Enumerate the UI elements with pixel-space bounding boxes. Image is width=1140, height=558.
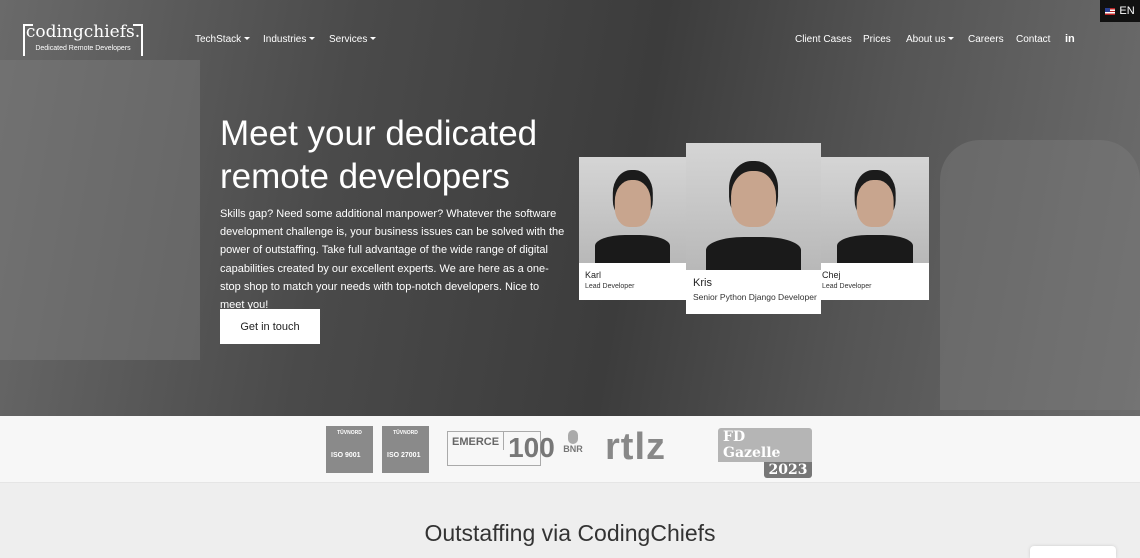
nav-techstack[interactable]: TechStack — [195, 34, 250, 45]
hero-text: Skills gap? Need some additional manpowe… — [220, 208, 565, 312]
bnr-label: BNR — [563, 444, 583, 454]
nav-prices[interactable]: Prices — [863, 34, 891, 45]
nav-industries[interactable]: Industries — [263, 34, 315, 45]
developer-role: Senior Python Django Developer — [693, 292, 817, 302]
nav-about-us[interactable]: About us — [906, 34, 954, 45]
us-flag-icon — [1105, 7, 1116, 15]
chat-widget-tab[interactable] — [1030, 546, 1116, 558]
get-in-touch-button[interactable]: Get in touch — [220, 309, 320, 344]
fd-gazelle-label: FD Gazelle — [718, 428, 812, 462]
badge-label: ISO 27001 — [387, 452, 421, 459]
iso-27001-badge: TÜVNORD ISO 27001 — [382, 426, 429, 473]
nav-careers[interactable]: Careers — [968, 34, 1004, 45]
logo-tagline: Dedicated Remote Developers — [35, 45, 131, 52]
developer-role: Lead Developer — [585, 283, 635, 290]
hero-section — [0, 0, 1140, 416]
nav-services[interactable]: Services — [329, 34, 376, 45]
developer-name: Chej — [822, 270, 841, 280]
badge-issuer: TÜVNORD — [337, 430, 362, 436]
rtlz-logo: rtlz — [605, 426, 666, 468]
developer-photo — [579, 157, 686, 263]
fd-gazelle-year: 2023 — [764, 462, 812, 478]
hero-title: Meet your dedicated remote developers — [220, 112, 537, 198]
logo-name: codingchiefs. — [25, 22, 141, 42]
badge-issuer: TÜVNORD — [393, 430, 418, 436]
nav-contact[interactable]: Contact — [1016, 34, 1050, 45]
hero-title-line1: Meet your dedicated — [220, 114, 538, 153]
fd-gazelle-logo: FD Gazelle 2023 — [718, 428, 812, 478]
developer-card-kris[interactable]: Kris Senior Python Django Developer — [686, 143, 821, 314]
emerce-value: 100 — [508, 432, 555, 463]
iso-9001-badge: TÜVNORD ISO 9001 — [326, 426, 373, 473]
developer-name: Karl — [585, 270, 602, 280]
logo[interactable]: codingchiefs. Dedicated Remote Developers — [23, 22, 143, 56]
developer-role: Lead Developer — [822, 283, 872, 290]
press-logos-strip: TÜVNORD ISO 9001 TÜVNORD ISO 27001 EMERCE 1… — [0, 416, 1140, 483]
hero-title-line2: remote developers — [220, 157, 510, 196]
nav-client-cases[interactable]: Client Cases — [795, 34, 852, 45]
developer-card-karl[interactable]: Karl Lead Developer — [579, 157, 686, 300]
emerce-label: EMERCE — [448, 432, 505, 450]
badge-label: ISO 9001 — [331, 452, 361, 459]
language-switcher[interactable]: EN — [1100, 0, 1140, 22]
language-label: EN — [1119, 5, 1135, 17]
developer-photo — [686, 143, 821, 270]
linkedin-icon[interactable]: in — [1065, 33, 1075, 45]
developer-card-chej[interactable]: Chej Lead Developer — [821, 157, 929, 300]
section-title: Outstaffing via CodingChiefs — [424, 520, 716, 546]
bnr-logo: BNR — [561, 430, 585, 470]
developer-photo — [821, 157, 929, 263]
emerce-100-logo: EMERCE 100 — [447, 431, 555, 466]
developer-name: Kris — [693, 277, 712, 289]
